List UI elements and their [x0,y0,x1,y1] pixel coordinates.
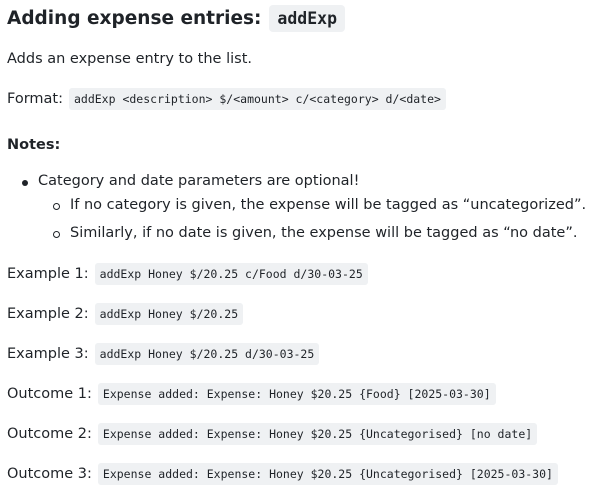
bullet-circle-icon [53,203,60,210]
notes-title: Notes: [7,134,60,156]
example-label: Example 2: [7,306,89,322]
example-label: Example 3: [7,346,89,362]
format-code: addExp <description> $/<amount> c/<categ… [68,88,446,110]
note-subitem: If no category is given, the expense wil… [70,197,586,213]
example-label: Example 1: [7,266,89,282]
bullet-disc-icon [22,180,28,186]
description-paragraph: Adds an expense entry to the list. [7,48,252,70]
note-subitem-text: If no category is given, the expense wil… [70,197,587,213]
example-1-line: Example 1: addExp Honey $/20.25 c/Food d… [7,263,368,285]
format-label: Format: [7,91,63,107]
format-line: Format: addExp <description> $/<amount> … [7,88,446,110]
note-item: Category and date parameters are optiona… [38,173,359,189]
note-subitem: Similarly, if no date is given, the expe… [70,225,577,241]
outcome-3-line: Outcome 3: Expense added: Expense: Honey… [7,463,558,485]
example-code: addExp Honey $/20.25 c/Food d/30-03-25 [94,263,368,285]
example-code: addExp Honey $/20.25 [94,303,244,325]
outcome-label: Outcome 1: [7,386,92,402]
bullet-circle-icon [53,231,60,238]
example-3-line: Example 3: addExp Honey $/20.25 d/30-03-… [7,343,320,365]
outcome-2-line: Outcome 2: Expense added: Expense: Honey… [7,423,538,445]
description-text: Adds an expense entry to the list. [7,51,252,67]
outcome-code: Expense added: Expense: Honey $20.25 {Un… [97,423,538,445]
heading-text: Adding expense entries: [7,7,262,29]
outcome-1-line: Outcome 1: Expense added: Expense: Honey… [7,383,496,405]
section-heading: Adding expense entries: addExp [7,2,346,34]
heading-command-code: addExp [269,4,346,32]
outcome-label: Outcome 2: [7,426,92,442]
outcome-label: Outcome 3: [7,466,92,482]
example-2-line: Example 2: addExp Honey $/20.25 [7,303,244,325]
note-subitem-text: Similarly, if no date is given, the expe… [70,225,578,241]
outcome-code: Expense added: Expense: Honey $20.25 {Un… [97,463,558,485]
outcome-code: Expense added: Expense: Honey $20.25 {Fo… [97,383,496,405]
note-item-text: Category and date parameters are optiona… [38,173,360,189]
example-code: addExp Honey $/20.25 d/30-03-25 [94,343,320,365]
notes-title-text: Notes: [7,137,61,153]
